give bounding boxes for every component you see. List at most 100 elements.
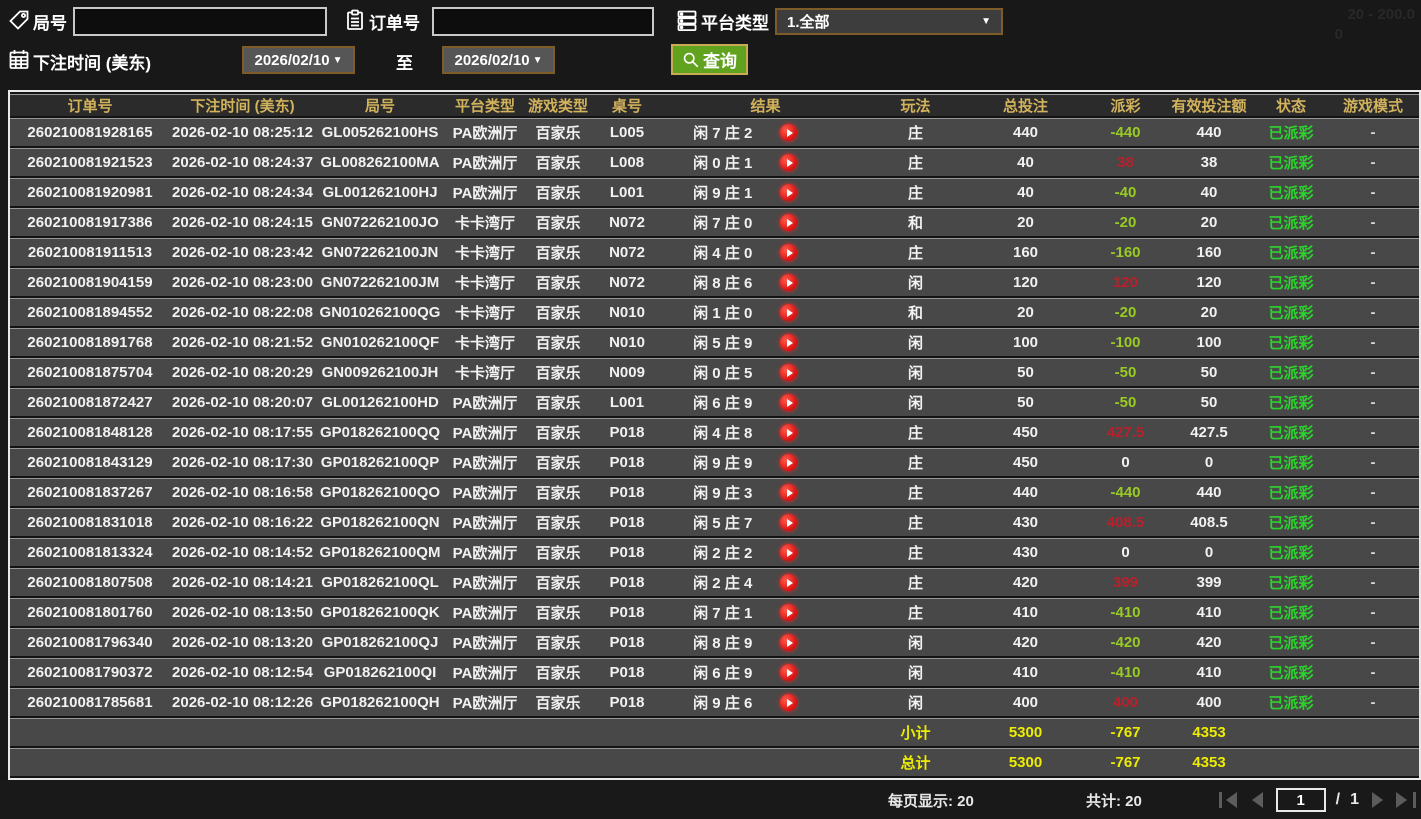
cell-result: 闲 4 庄 0 — [663, 238, 868, 266]
cell-play-type: 闲 — [868, 388, 963, 416]
replay-play-icon[interactable] — [780, 244, 798, 262]
cell-total-bet: 20 — [963, 298, 1088, 326]
replay-play-icon[interactable] — [780, 604, 798, 622]
cell-valid-bet: 399 — [1163, 568, 1255, 596]
cell-status: 已派彩 — [1255, 118, 1327, 146]
replay-play-icon[interactable] — [780, 124, 798, 142]
replay-play-icon[interactable] — [780, 304, 798, 322]
cell-valid-bet: 0 — [1163, 448, 1255, 476]
cell-total-bet: 50 — [963, 358, 1088, 386]
prev-page-button[interactable] — [1250, 792, 1266, 808]
cell-table-no: P018 — [591, 598, 663, 626]
replay-play-icon[interactable] — [780, 364, 798, 382]
table-row: 260210081872427 2026-02-10 08:20:07 GL0012… — [10, 388, 1419, 416]
cell-result: 闲 6 庄 9 — [663, 658, 868, 686]
cell-game-mode: - — [1327, 418, 1419, 446]
replay-play-icon[interactable] — [780, 274, 798, 292]
cell-table-no: N009 — [591, 358, 663, 386]
subtotal-row-payout: -767 — [1088, 718, 1163, 746]
cell-game-no: GP018262100QN — [315, 508, 445, 536]
cell-order-no: 260210081920981 — [10, 178, 170, 206]
cell-order-no: 260210081796340 — [10, 628, 170, 656]
cell-table-no: P018 — [591, 448, 663, 476]
cell-valid-bet: 20 — [1163, 298, 1255, 326]
cell-game-no: GL001262100HJ — [315, 178, 445, 206]
bet-records-table: 订单号 下注时间 (美东) 局号 平台类型 游戏类型 桌号 结果 玩法 总投注 派彩 有效投注额 状态… — [8, 90, 1421, 780]
cell-bet-time: 2026-02-10 08:24:34 — [170, 178, 315, 206]
cell-platform: PA欧洲厅 — [445, 538, 525, 566]
replay-play-icon[interactable] — [780, 424, 798, 442]
first-page-button[interactable] — [1218, 792, 1240, 808]
cell-table-no: L001 — [591, 388, 663, 416]
game-no-input[interactable] — [73, 7, 327, 36]
cell-result: 闲 7 庄 1 — [663, 598, 868, 626]
replay-play-icon[interactable] — [780, 664, 798, 682]
search-button[interactable]: 查询 — [671, 44, 748, 75]
cell-payout: -420 — [1088, 628, 1163, 656]
page-input[interactable] — [1275, 788, 1326, 812]
cell-total-bet: 440 — [963, 118, 1088, 146]
cell-platform: 卡卡湾厅 — [445, 268, 525, 296]
cell-order-no: 260210081837267 — [10, 478, 170, 506]
replay-play-icon[interactable] — [780, 634, 798, 652]
result-wrap: 闲 9 庄 3 — [665, 479, 866, 506]
cell-order-no: 260210081904159 — [10, 268, 170, 296]
total-row-payout: -767 — [1088, 748, 1163, 776]
column-header-4: 游戏类型 — [525, 94, 591, 116]
cell-game-no: GN072262100JM — [315, 268, 445, 296]
last-page-button[interactable] — [1395, 792, 1416, 808]
result-wrap: 闲 0 庄 1 — [665, 149, 866, 176]
cell-game-mode: - — [1327, 298, 1419, 326]
table-row: 260210081831018 2026-02-10 08:16:22 GP0182… — [10, 508, 1419, 536]
next-page-button[interactable] — [1369, 792, 1385, 808]
search-button-label: 查询 — [703, 52, 737, 71]
result-wrap: 闲 9 庄 9 — [665, 449, 866, 476]
replay-play-icon[interactable] — [780, 184, 798, 202]
cell-payout: -410 — [1088, 658, 1163, 686]
date-from-button[interactable]: 2026/02/10 ▼ — [242, 46, 355, 74]
cell-status: 已派彩 — [1255, 418, 1327, 446]
date-to-button[interactable]: 2026/02/10 ▼ — [442, 46, 555, 74]
replay-play-icon[interactable] — [780, 334, 798, 352]
footer-bar: 每页显示: 20 共计: 20 / 1 — [0, 780, 1421, 819]
cell-table-no: P018 — [591, 688, 663, 716]
cell-game-no: GN010262100QG — [315, 298, 445, 326]
replay-play-icon[interactable] — [780, 574, 798, 592]
replay-play-icon[interactable] — [780, 484, 798, 502]
replay-play-icon[interactable] — [780, 154, 798, 172]
replay-play-icon[interactable] — [780, 544, 798, 562]
replay-wrap — [780, 634, 866, 652]
result-text: 闲 1 庄 0 — [693, 305, 753, 322]
total-pages-label: 1 — [1350, 791, 1359, 808]
replay-play-icon[interactable] — [780, 514, 798, 532]
cell-bet-time: 2026-02-10 08:20:29 — [170, 358, 315, 386]
platform-select-value: 1.全部 — [787, 14, 830, 31]
result-text: 闲 7 庄 1 — [693, 605, 753, 622]
result-wrap: 闲 7 庄 1 — [665, 599, 866, 626]
replay-play-icon[interactable] — [780, 454, 798, 472]
cell-status: 已派彩 — [1255, 328, 1327, 356]
replay-play-icon[interactable] — [780, 214, 798, 232]
replay-play-icon[interactable] — [780, 394, 798, 412]
cell-bet-time: 2026-02-10 08:12:54 — [170, 658, 315, 686]
replay-wrap — [780, 184, 866, 202]
cell-status: 已派彩 — [1255, 628, 1327, 656]
replay-wrap — [780, 484, 866, 502]
column-header-0: 订单号 — [10, 94, 170, 116]
result-wrap: 闲 9 庄 1 — [665, 179, 866, 206]
cell-play-type: 闲 — [868, 268, 963, 296]
replay-wrap — [780, 694, 866, 712]
cell-valid-bet: 50 — [1163, 388, 1255, 416]
cell-payout: -50 — [1088, 358, 1163, 386]
cell-game-no: GN010262100QF — [315, 328, 445, 356]
platform-select[interactable]: 1.全部 ▼ — [775, 8, 1003, 35]
cell-bet-time: 2026-02-10 08:17:55 — [170, 418, 315, 446]
order-no-input[interactable] — [432, 7, 654, 36]
cell-game-type: 百家乐 — [525, 118, 591, 146]
cell-order-no: 260210081894552 — [10, 298, 170, 326]
table-row: 260210081917386 2026-02-10 08:24:15 GN0722… — [10, 208, 1419, 236]
cell-game-mode: - — [1327, 358, 1419, 386]
replay-play-icon[interactable] — [780, 694, 798, 712]
cell-total-bet: 400 — [963, 688, 1088, 716]
cell-result: 闲 5 庄 7 — [663, 508, 868, 536]
